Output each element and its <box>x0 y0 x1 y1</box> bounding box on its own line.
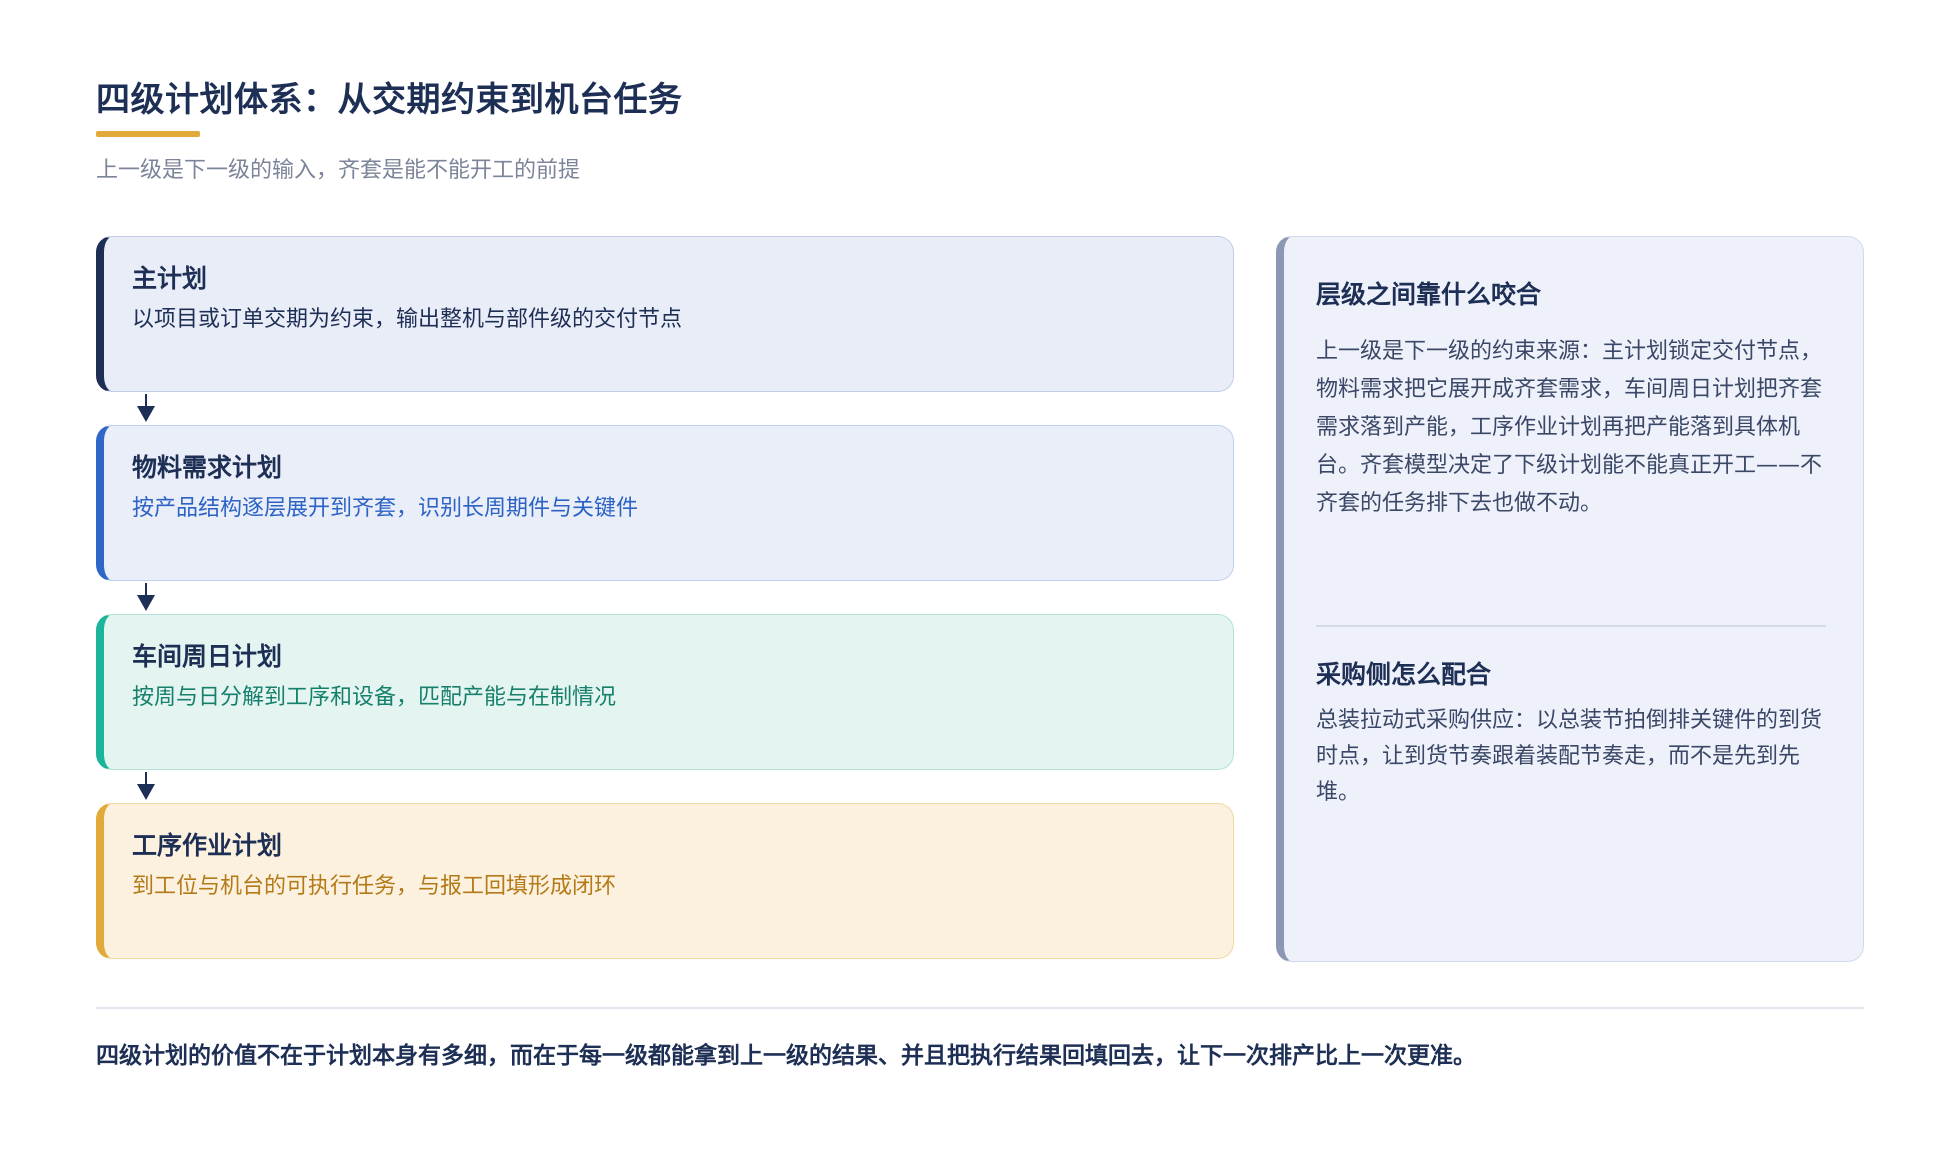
level-description: 以项目或订单交期为约束，输出整机与部件级的交付节点 <box>132 307 683 332</box>
level-name: 物料需求计划 <box>132 453 283 482</box>
down-arrow-icon <box>137 583 155 611</box>
level-description: 按产品结构逐层展开到齐套，识别长周期件与关键件 <box>132 496 639 521</box>
level-description: 按周与日分解到工序和设备，匹配产能与在制情况 <box>132 685 617 710</box>
level-workshop-plan: 车间周日计划 按周与日分解到工序和设备，匹配产能与在制情况 <box>96 614 1234 770</box>
footer-divider <box>96 1007 1864 1009</box>
footer-summary: 四级计划的价值不在于计划本身有多细，而在于每一级都能拿到上一级的结果、并且把执行… <box>96 1043 1476 1069</box>
level-name: 工序作业计划 <box>132 831 283 860</box>
down-arrow-icon <box>137 772 155 800</box>
side-heading-procurement: 采购侧怎么配合 <box>1316 660 1492 689</box>
side-divider <box>1316 625 1826 627</box>
level-name: 主计划 <box>132 264 208 293</box>
side-heading-linkage: 层级之间靠什么咬合 <box>1316 280 1542 309</box>
side-text-linkage: 上一级是下一级的约束来源：主计划锁定交付节点，物料需求把它展开成齐套需求，车间周… <box>1316 339 1823 516</box>
level-description: 到工位与机台的可执行任务，与报工回填形成闭环 <box>132 874 617 899</box>
title-underline <box>96 131 200 137</box>
side-panel: 层级之间靠什么咬合 上一级是下一级的约束来源：主计划锁定交付节点，物料需求把它展… <box>1276 236 1864 962</box>
page-title: 四级计划体系：从交期约束到机台任务 <box>96 80 683 120</box>
level-material-requirement-plan: 物料需求计划 按产品结构逐层展开到齐套，识别长周期件与关键件 <box>96 425 1234 581</box>
level-master-plan: 主计划 以项目或订单交期为约束，输出整机与部件级的交付节点 <box>96 236 1234 392</box>
page-subtitle: 上一级是下一级的输入，齐套是能不能开工的前提 <box>96 158 581 183</box>
side-text-procurement: 总装拉动式采购供应：以总装节拍倒排关键件的到货时点，让到货节奏跟着装配节奏走，而… <box>1316 708 1823 805</box>
level-name: 车间周日计划 <box>132 642 283 671</box>
level-operation-plan: 工序作业计划 到工位与机台的可执行任务，与报工回填形成闭环 <box>96 803 1234 959</box>
down-arrow-icon <box>137 394 155 422</box>
